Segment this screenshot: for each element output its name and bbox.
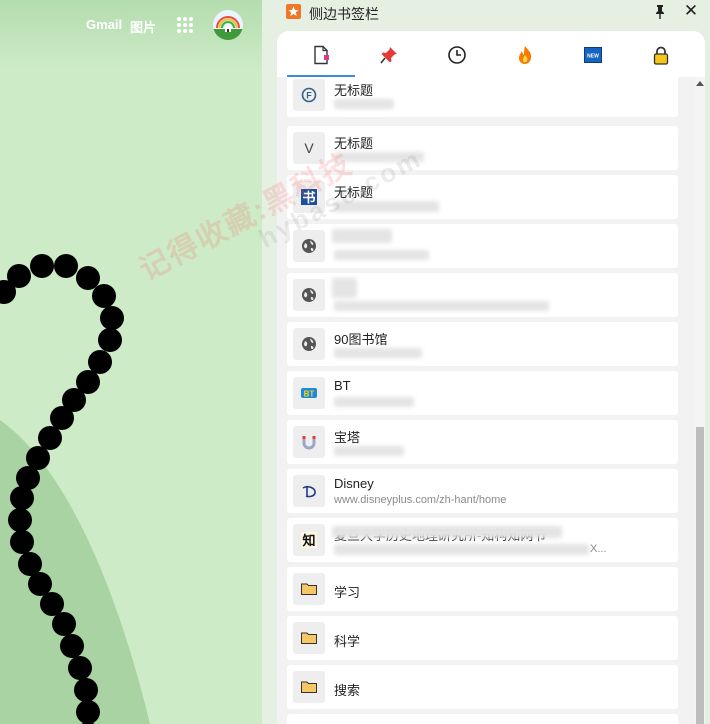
bookmark-item[interactable] bbox=[287, 714, 678, 724]
bookmark-item[interactable]: 90图书馆 bbox=[287, 322, 678, 366]
bookmark-title: 90图书馆 bbox=[334, 332, 388, 347]
folder-item[interactable]: 科学 bbox=[287, 616, 678, 660]
folder-item[interactable]: 搜索 bbox=[287, 665, 678, 709]
bookmark-item[interactable]: BT BT bbox=[287, 371, 678, 415]
tab-bookmarks[interactable] bbox=[287, 45, 355, 77]
pin-icon[interactable] bbox=[651, 3, 669, 21]
zhi-logo-icon: 知 bbox=[293, 524, 325, 556]
circle-f-icon: F bbox=[293, 79, 325, 111]
blurred-url bbox=[334, 250, 429, 260]
bookmark-item[interactable]: F 无标题 bbox=[287, 77, 678, 117]
background-art bbox=[0, 254, 150, 724]
blurred-url bbox=[334, 348, 422, 358]
push-pin-icon bbox=[380, 47, 397, 64]
bookmark-title: 宝塔 bbox=[334, 430, 361, 445]
blurred-title bbox=[332, 526, 562, 538]
blurred-title bbox=[332, 229, 392, 243]
flame-icon bbox=[519, 46, 532, 64]
folder-icon bbox=[293, 671, 325, 703]
tab-hot[interactable] bbox=[491, 45, 559, 77]
bookmark-item[interactable]: 书 无标题 bbox=[287, 175, 678, 219]
panel-title: 侧边书签栏 bbox=[309, 6, 379, 22]
blurred-url bbox=[334, 301, 549, 311]
bookmark-item[interactable] bbox=[287, 224, 678, 268]
panel-tabs: NEW bbox=[277, 31, 705, 77]
bookmark-title: 无标题 bbox=[334, 185, 374, 200]
blurred-url bbox=[334, 544, 589, 555]
new-badge-icon: NEW bbox=[584, 47, 602, 63]
tab-pinned[interactable] bbox=[355, 45, 423, 77]
bookmark-title: BT bbox=[334, 378, 351, 393]
apps-grid-icon[interactable] bbox=[176, 16, 194, 34]
svg-text:V: V bbox=[304, 140, 314, 156]
svg-text:F: F bbox=[306, 91, 312, 101]
bookmark-url: www.disneyplus.com/zh-hant/home bbox=[334, 494, 507, 506]
bookmark-item[interactable]: V 无标题 bbox=[287, 126, 678, 170]
globe-icon bbox=[293, 328, 325, 360]
book-shu-icon: 书 bbox=[293, 181, 325, 213]
tab-new[interactable]: NEW bbox=[559, 45, 627, 77]
bookmark-title: 无标题 bbox=[334, 136, 374, 151]
gmail-link[interactable]: Gmail bbox=[86, 17, 122, 32]
folder-title: 科学 bbox=[334, 634, 361, 649]
bookmark-item[interactable]: Disney www.disneyplus.com/zh-hant/home bbox=[287, 469, 678, 513]
blurred-url bbox=[334, 201, 439, 212]
clock-history-icon bbox=[448, 46, 466, 64]
bt-logo-icon: BT bbox=[293, 377, 325, 409]
blurred-url bbox=[334, 397, 414, 407]
bookmark-item[interactable]: 宝塔 bbox=[287, 420, 678, 464]
blurred-title bbox=[332, 278, 357, 298]
scroll-up-arrow-icon[interactable] bbox=[696, 81, 704, 86]
globe-icon bbox=[293, 230, 325, 262]
bookmark-card: NEW F 无标题 V 无标题 书 无标题 90图书馆 BT BT 宝塔 Dis… bbox=[277, 31, 705, 724]
bookmark-url: X... bbox=[590, 543, 607, 555]
tab-history[interactable] bbox=[423, 45, 491, 77]
close-icon[interactable]: ✕ bbox=[682, 2, 700, 20]
svg-text:知: 知 bbox=[302, 533, 315, 549]
new-tab-page: Gmail 图片 bbox=[0, 0, 262, 724]
lock-icon bbox=[653, 46, 669, 65]
tab-private[interactable] bbox=[627, 45, 695, 77]
v-letter-icon: V bbox=[293, 132, 325, 164]
bookmark-list: F 无标题 V 无标题 书 无标题 90图书馆 BT BT 宝塔 Disney … bbox=[277, 77, 705, 724]
folder-icon bbox=[293, 622, 325, 654]
folder-title: 搜索 bbox=[334, 683, 361, 698]
svg-text:书: 书 bbox=[302, 190, 315, 206]
bookmark-item[interactable] bbox=[287, 273, 678, 317]
panel-header: 侧边书签栏 ✕ bbox=[262, 0, 710, 26]
blurred-url bbox=[334, 152, 424, 162]
folder-icon bbox=[293, 573, 325, 605]
bookmark-title: 无标题 bbox=[334, 83, 374, 98]
folder-item[interactable]: 学习 bbox=[287, 567, 678, 611]
svg-text:NEW: NEW bbox=[587, 54, 599, 60]
disney-d-icon bbox=[293, 475, 325, 507]
svg-text:BT: BT bbox=[304, 390, 315, 399]
bookmark-doc-icon bbox=[314, 45, 329, 65]
folder-title: 学习 bbox=[334, 585, 361, 600]
list-scrollbar[interactable] bbox=[695, 77, 705, 724]
star-bookmark-icon bbox=[286, 4, 301, 19]
blurred-url bbox=[334, 99, 394, 109]
blurred-url bbox=[334, 446, 404, 456]
images-link[interactable]: 图片 bbox=[130, 17, 156, 36]
side-bookmark-panel: 侧边书签栏 ✕ NEW F 无标题 V 无标题 书 无标题 90图书馆 BT B… bbox=[262, 0, 710, 724]
baota-magnet-icon bbox=[293, 426, 325, 458]
bookmark-title: Disney bbox=[334, 476, 374, 491]
bookmark-item[interactable]: 知 复旦大学历史地理研究所-知构知网节 X... bbox=[287, 518, 678, 562]
scroll-thumb[interactable] bbox=[696, 427, 704, 724]
globe-icon bbox=[293, 279, 325, 311]
rainbow-avatar-icon[interactable] bbox=[213, 10, 243, 40]
